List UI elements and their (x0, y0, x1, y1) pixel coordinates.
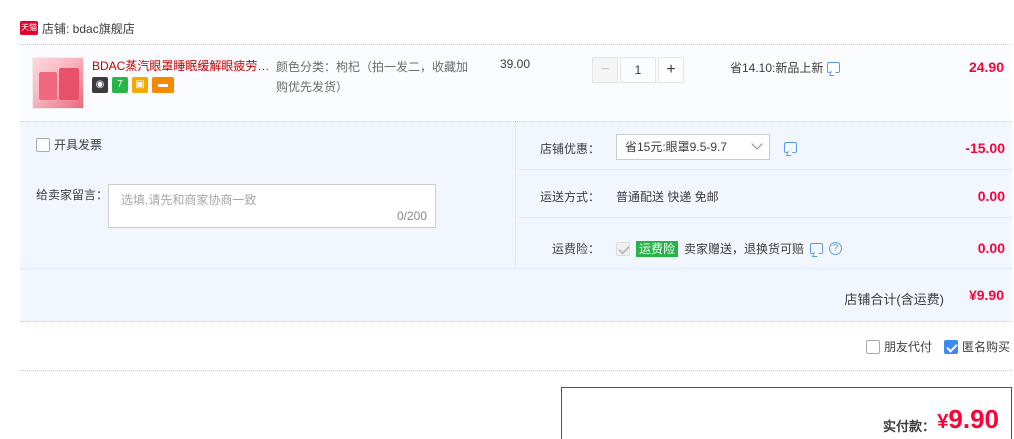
friend-pay-option[interactable]: 朋友代付 (865, 338, 932, 355)
insurance-amount: 0.00 (977, 240, 1005, 256)
insurance-row: 运费险： 运费险 卖家赠送，退换货可赔 ? 0.00 (516, 222, 1013, 270)
help-icon[interactable]: ? (829, 242, 843, 255)
invoice-label: 开具发票 (54, 138, 103, 152)
memo-placeholder: 选填,请先和商家协商一致 (121, 193, 257, 207)
seven-day-return-icon[interactable]: 7 (112, 77, 128, 93)
chat-icon[interactable] (810, 243, 824, 254)
discount-row: 店铺优惠： 省15元:眼罩9.5-9.7 -15.00 (516, 122, 1013, 170)
anonymous-checkbox[interactable] (943, 339, 958, 354)
shipping-row: 运送方式： 普通配送 快递 免邮 0.00 (516, 170, 1013, 218)
insurance-tag: 运费险 (636, 240, 679, 257)
unit-price: 39.00 (500, 57, 531, 71)
currency-symbol: ¥ (937, 411, 949, 433)
chat-icon[interactable] (827, 62, 841, 73)
shipping-label: 运送方式： (540, 190, 601, 204)
tmall-cat-icon[interactable]: ◉ (92, 77, 108, 93)
discount-label: 店铺优惠： (540, 142, 601, 156)
invoice-option[interactable]: 开具发票 (36, 136, 102, 153)
gift-icon[interactable]: ▣ (132, 77, 148, 93)
memo-label: 给卖家留言： (36, 188, 109, 202)
final-label: 实付款： (882, 419, 935, 434)
quantity-input[interactable]: 1 (620, 57, 656, 83)
payment-options: 朋友代付 匿名购买 (865, 338, 1010, 355)
memo-char-count: 0/200 (396, 209, 427, 223)
quantity-plus-button[interactable]: + (658, 57, 684, 83)
friend-pay-label: 朋友代付 (883, 340, 932, 354)
tmall-icon: 天猫 (20, 21, 38, 35)
quantity-stepper: − 1 + (592, 57, 684, 83)
final-payment-box: 实付款： ¥9.90 (561, 387, 1012, 439)
product-title-link[interactable]: BDAC蒸汽眼罩睡眠缓解眼疲劳… (92, 57, 270, 74)
order-extras: 开具发票 给卖家留言： 选填,请先和商家协商一致 0/200 (20, 122, 515, 268)
divider (20, 370, 1012, 371)
insurance-value: 运费险 卖家赠送，退换货可赔 ? (616, 240, 843, 257)
order-options: 开具发票 给卖家留言： 选填,请先和商家协商一致 0/200 店铺优惠： 省15… (20, 122, 1013, 322)
shop-header: 天猫 店铺: bdac旗舰店 (20, 18, 135, 38)
discount-select[interactable]: 省15元:眼罩9.5-9.7 (616, 134, 770, 160)
shop-total: 店铺合计(含运费) ¥9.90 (20, 268, 1012, 322)
friend-pay-checkbox[interactable] (865, 339, 880, 354)
shipping-value: 普通配送 快递 免邮 (616, 190, 719, 204)
shop-total-label: 店铺合计(含运费) (844, 292, 944, 307)
shop-fees: 店铺优惠： 省15元:眼罩9.5-9.7 -15.00 运送方式： 普通配送 快… (515, 122, 1013, 270)
insurance-checkbox (616, 241, 630, 256)
service-icons: ◉ 7 ▣ ▬ (92, 77, 174, 93)
discount-amount: -15.00 (965, 140, 1005, 156)
item-promo: 省14.10:新品上新 (730, 59, 841, 76)
item-promo-text: 省14.10:新品上新 (730, 61, 824, 75)
final-amount: ¥9.90 (937, 404, 999, 435)
final-amount-value: 9.90 (948, 404, 999, 434)
quantity-minus-button[interactable]: − (592, 57, 618, 83)
anonymous-option[interactable]: 匿名购买 (943, 338, 1010, 355)
shipping-amount: 0.00 (977, 188, 1005, 204)
invoice-checkbox[interactable] (36, 137, 50, 152)
insurance-label: 运费险： (552, 242, 601, 256)
product-thumbnail[interactable] (32, 57, 84, 109)
chevron-down-icon (751, 138, 763, 150)
product-sku: 颜色分类：枸杞（拍一发二，收藏加购优先发货） (276, 60, 469, 94)
card-icon[interactable]: ▬ (152, 77, 174, 93)
order-item-row: BDAC蒸汽眼罩睡眠缓解眼疲劳… ◉ 7 ▣ ▬ 颜色分类：枸杞（拍一发二，收藏… (20, 44, 1012, 122)
insurance-text: 卖家赠送，退换货可赔 (684, 242, 805, 256)
memo-textarea[interactable]: 选填,请先和商家协商一致 0/200 (108, 184, 436, 228)
discount-selected: 省15元:眼罩9.5-9.7 (625, 140, 728, 154)
shop-name[interactable]: 店铺: bdac旗舰店 (42, 20, 135, 37)
shop-total-value: ¥9.90 (968, 287, 1004, 303)
item-subtotal: 24.90 (968, 59, 1004, 75)
chat-icon[interactable] (784, 142, 797, 153)
anonymous-label: 匿名购买 (961, 340, 1010, 354)
